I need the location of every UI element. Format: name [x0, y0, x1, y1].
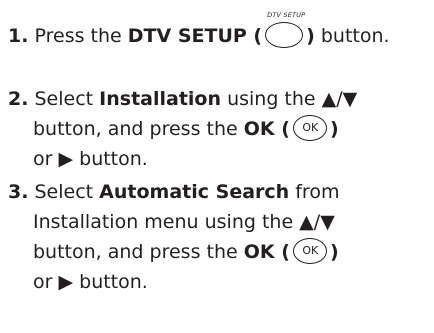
paren-close: )	[306, 25, 315, 47]
step-2-line-1: 2. Select Installation using the ▲/▼	[8, 84, 434, 114]
step-text: from	[295, 181, 340, 203]
step-3-line-4: or ▶ button.	[33, 271, 148, 293]
step-text: button.	[320, 25, 390, 47]
step-number: 1.	[8, 25, 29, 47]
dtv-setup-button-icon: DTV SETUP	[265, 11, 305, 48]
installation-label: Installation	[99, 88, 222, 110]
ok-button-text: OK	[302, 243, 319, 257]
step-2: 2. Select Installation using the ▲/▼ but…	[8, 84, 434, 174]
ok-button-text: OK	[302, 120, 319, 134]
step-text: Press the	[34, 25, 122, 47]
step-number: 2.	[8, 88, 29, 110]
dtv-setup-label: DTV SETUP (	[127, 25, 263, 47]
automatic-search-label: Automatic Search	[99, 181, 290, 203]
step-1-line-1: 1. Press the DTV SETUP ( DTV SETUP) butto…	[8, 11, 434, 51]
step-1: 1. Press the DTV SETUP ( DTV SETUP) butto…	[8, 11, 434, 51]
step-text: button, and press the	[33, 241, 238, 263]
step-3: 3. Select Automatic Search from Installa…	[8, 177, 434, 297]
step-text: button, and press the	[33, 118, 238, 140]
step-2-line-2: button, and press the OK ( OK)	[8, 114, 434, 144]
ok-button-icon: OK	[292, 237, 327, 264]
paren-close: )	[329, 118, 339, 140]
ok-label: OK (	[243, 118, 290, 140]
dtv-setup-caption: DTV SETUP	[267, 10, 306, 19]
step-3-line-1: 3. Select Automatic Search from	[8, 177, 434, 207]
ok-label: OK (	[243, 241, 290, 263]
step-text: Select	[34, 88, 94, 110]
step-3-line-3: button, and press the OK ( OK)	[8, 237, 434, 267]
step-3-line-2: Installation menu using the ▲/▼	[33, 211, 335, 233]
paren-close: )	[329, 241, 339, 263]
step-text: Select	[34, 181, 94, 203]
step-2-line-3: or ▶ button.	[33, 148, 148, 170]
step-number: 3.	[8, 181, 29, 203]
ok-button-icon: OK	[292, 114, 327, 141]
step-text: using the ▲/▼	[227, 88, 358, 110]
